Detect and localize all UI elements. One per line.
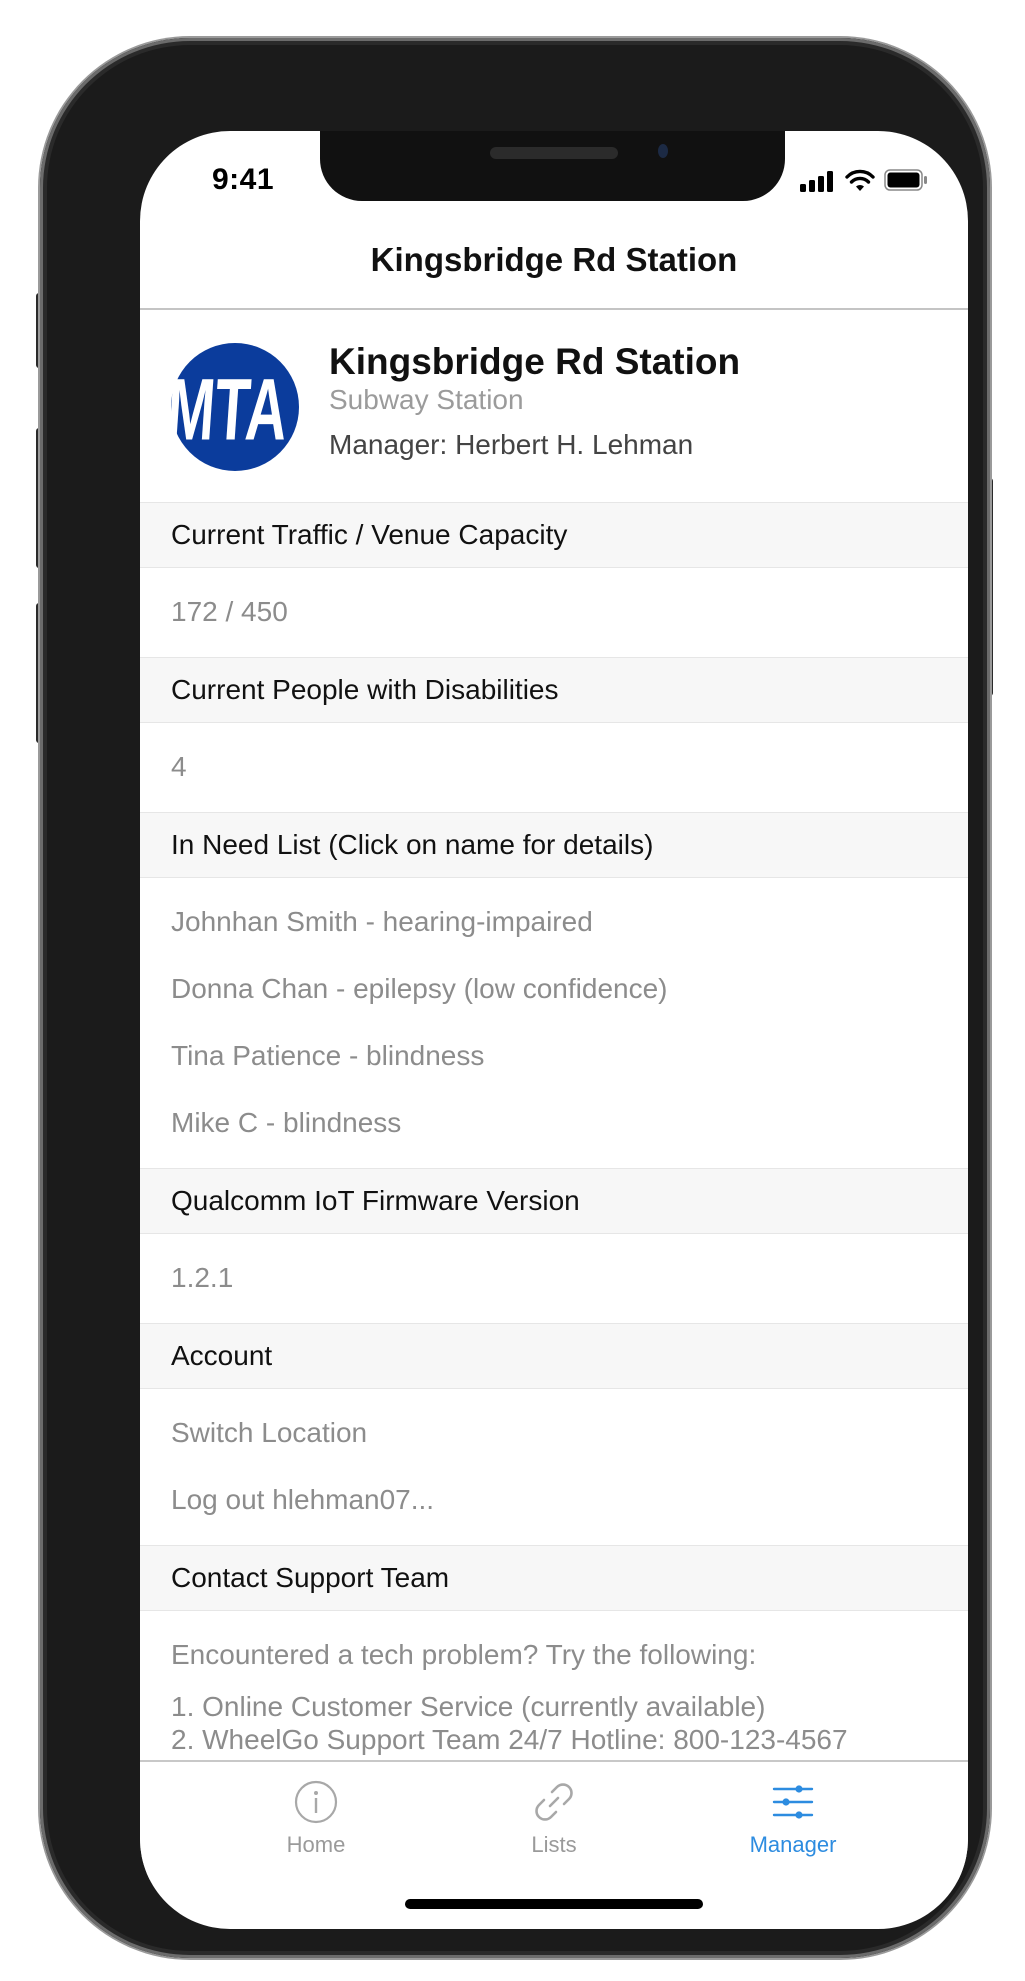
info-circle-icon bbox=[294, 1780, 338, 1824]
tab-manager[interactable]: Manager bbox=[693, 1772, 893, 1858]
page-title: Kingsbridge Rd Station bbox=[370, 241, 738, 278]
section-header-traffic: Current Traffic / Venue Capacity bbox=[140, 502, 968, 568]
station-name: Kingsbridge Rd Station bbox=[329, 341, 741, 382]
status-time: 9:41 bbox=[212, 163, 275, 196]
mta-logo: MTA bbox=[171, 343, 299, 471]
battery-icon bbox=[884, 169, 927, 191]
support-intro: Encountered a tech problem? Try the foll… bbox=[171, 1639, 757, 1670]
tab-manager-label: Manager bbox=[749, 1832, 837, 1857]
sliders-icon bbox=[772, 1785, 814, 1819]
tab-bar: Home Lists Manager bbox=[140, 1760, 968, 1880]
phone-frame: 9:41 Kingsbridge Rd Station MTA Kingsbri… bbox=[40, 38, 990, 1958]
in-need-item[interactable]: Tina Patience - blindness bbox=[140, 1022, 968, 1089]
support-option-online[interactable]: 1. Online Customer Service (currently av… bbox=[171, 1690, 937, 1723]
link-icon bbox=[535, 1783, 573, 1821]
switch-location-button[interactable]: Switch Location bbox=[140, 1399, 968, 1466]
station-type: Subway Station bbox=[329, 384, 524, 415]
tab-lists[interactable]: Lists bbox=[454, 1772, 654, 1858]
home-indicator[interactable] bbox=[405, 1899, 703, 1909]
front-camera bbox=[658, 144, 668, 158]
support-info: Encountered a tech problem? Try the foll… bbox=[140, 1611, 968, 1770]
notch bbox=[320, 131, 785, 201]
speaker-grille bbox=[490, 147, 618, 159]
section-header-disabilities: Current People with Disabilities bbox=[140, 657, 968, 723]
disabilities-count: 4 bbox=[171, 750, 187, 782]
tab-home[interactable]: Home bbox=[216, 1772, 416, 1858]
wifi-icon bbox=[845, 169, 875, 191]
tab-home-label: Home bbox=[286, 1832, 346, 1857]
mta-logo-text: MTA bbox=[171, 360, 291, 458]
cellular-signal-icon bbox=[800, 170, 836, 192]
nav-divider bbox=[140, 308, 968, 310]
traffic-value: 172 / 450 bbox=[171, 595, 288, 627]
settings-list: Current Traffic / Venue Capacity 172 / 4… bbox=[140, 502, 968, 1770]
in-need-item[interactable]: Johnhan Smith - hearing-impaired bbox=[140, 888, 968, 955]
section-header-firmware: Qualcomm IoT Firmware Version bbox=[140, 1168, 968, 1234]
in-need-item[interactable]: Mike C - blindness bbox=[140, 1089, 968, 1156]
section-header-support: Contact Support Team bbox=[140, 1545, 968, 1611]
tab-lists-label: Lists bbox=[531, 1832, 577, 1857]
phone-screen: 9:41 Kingsbridge Rd Station MTA Kingsbri… bbox=[140, 131, 968, 1929]
station-manager: Manager: Herbert H. Lehman bbox=[329, 429, 694, 460]
support-option-hotline[interactable]: 2. WheelGo Support Team 24/7 Hotline: 80… bbox=[171, 1723, 937, 1756]
section-header-in-need: In Need List (Click on name for details) bbox=[140, 812, 968, 878]
section-header-account: Account bbox=[140, 1323, 968, 1389]
logout-button[interactable]: Log out hlehman07... bbox=[140, 1466, 968, 1533]
firmware-version: 1.2.1 bbox=[171, 1261, 234, 1293]
in-need-item[interactable]: Donna Chan - epilepsy (low confidence) bbox=[140, 955, 968, 1022]
